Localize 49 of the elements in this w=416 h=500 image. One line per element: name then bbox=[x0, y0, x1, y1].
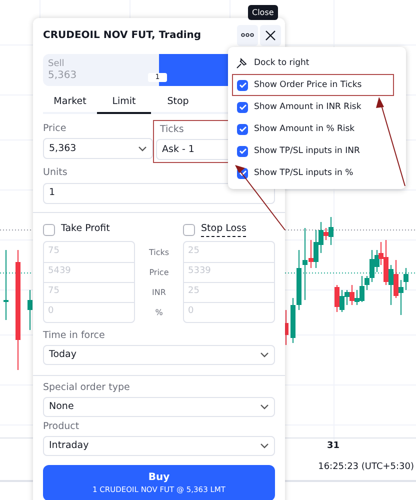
checkbox[interactable] bbox=[237, 80, 248, 90]
checkmark-icon bbox=[238, 148, 246, 154]
time-in-force-select[interactable]: Today bbox=[43, 344, 275, 365]
row-label: INR bbox=[152, 286, 166, 298]
chevron-down-icon bbox=[260, 352, 269, 358]
menu-item[interactable]: Show Order Price in Ticks bbox=[232, 74, 394, 96]
field-label: Time in force bbox=[43, 328, 105, 342]
candle bbox=[4, 250, 8, 320]
order-type-tab[interactable]: Limit bbox=[97, 92, 151, 114]
more-icon bbox=[241, 33, 254, 37]
row-label: % bbox=[155, 306, 163, 318]
checkmark-icon bbox=[238, 104, 246, 110]
menu-item[interactable]: Dock to right bbox=[228, 52, 406, 74]
panel-title: CRUDEOIL NOV FUT, Trading bbox=[43, 28, 202, 42]
checkmark-icon bbox=[238, 126, 246, 132]
checkbox[interactable] bbox=[237, 102, 248, 112]
price-field[interactable]: 5,363 bbox=[43, 138, 153, 160]
pin-icon bbox=[236, 57, 248, 69]
close-button[interactable] bbox=[260, 24, 281, 46]
checkbox[interactable] bbox=[237, 146, 248, 156]
checkmark-icon bbox=[238, 82, 246, 88]
menu-item[interactable]: Show Amount in % Risk bbox=[232, 118, 394, 140]
checkbox[interactable] bbox=[237, 124, 248, 134]
time-label: 16:25:23 (UTC+5:30) bbox=[318, 461, 414, 474]
chevron-down-icon bbox=[260, 443, 269, 450]
row-label: Ticks bbox=[148, 246, 170, 258]
field-label: Price bbox=[43, 122, 66, 136]
checkbox-label: Stop Loss bbox=[201, 222, 246, 238]
field-label: Special order type bbox=[43, 380, 130, 395]
order-type-tab[interactable]: Stop bbox=[151, 92, 205, 114]
axis-label: 31 bbox=[327, 440, 340, 453]
close-icon bbox=[265, 30, 276, 40]
row-label: Price bbox=[149, 266, 169, 278]
chevron-down-icon bbox=[260, 404, 269, 410]
checkbox[interactable] bbox=[43, 224, 55, 236]
order-type-tab[interactable]: Market bbox=[43, 92, 97, 114]
menu-item[interactable]: Show Amount in INR Risk bbox=[232, 96, 394, 118]
chevron-down-icon bbox=[138, 146, 147, 152]
field-label: Product bbox=[43, 420, 80, 434]
candle bbox=[28, 290, 32, 330]
field-label: Units bbox=[43, 166, 68, 180]
menu-item[interactable]: Show TP/SL inputs in INR bbox=[232, 140, 394, 162]
close-tooltip: Close bbox=[248, 5, 278, 20]
product-select[interactable]: Intraday bbox=[43, 436, 275, 456]
checkbox[interactable] bbox=[183, 224, 195, 236]
special-order-type-select[interactable]: None bbox=[43, 397, 275, 417]
field-label: Ticks bbox=[159, 123, 184, 137]
more-button[interactable] bbox=[237, 24, 258, 46]
checkbox-label: Take Profit bbox=[61, 222, 110, 236]
